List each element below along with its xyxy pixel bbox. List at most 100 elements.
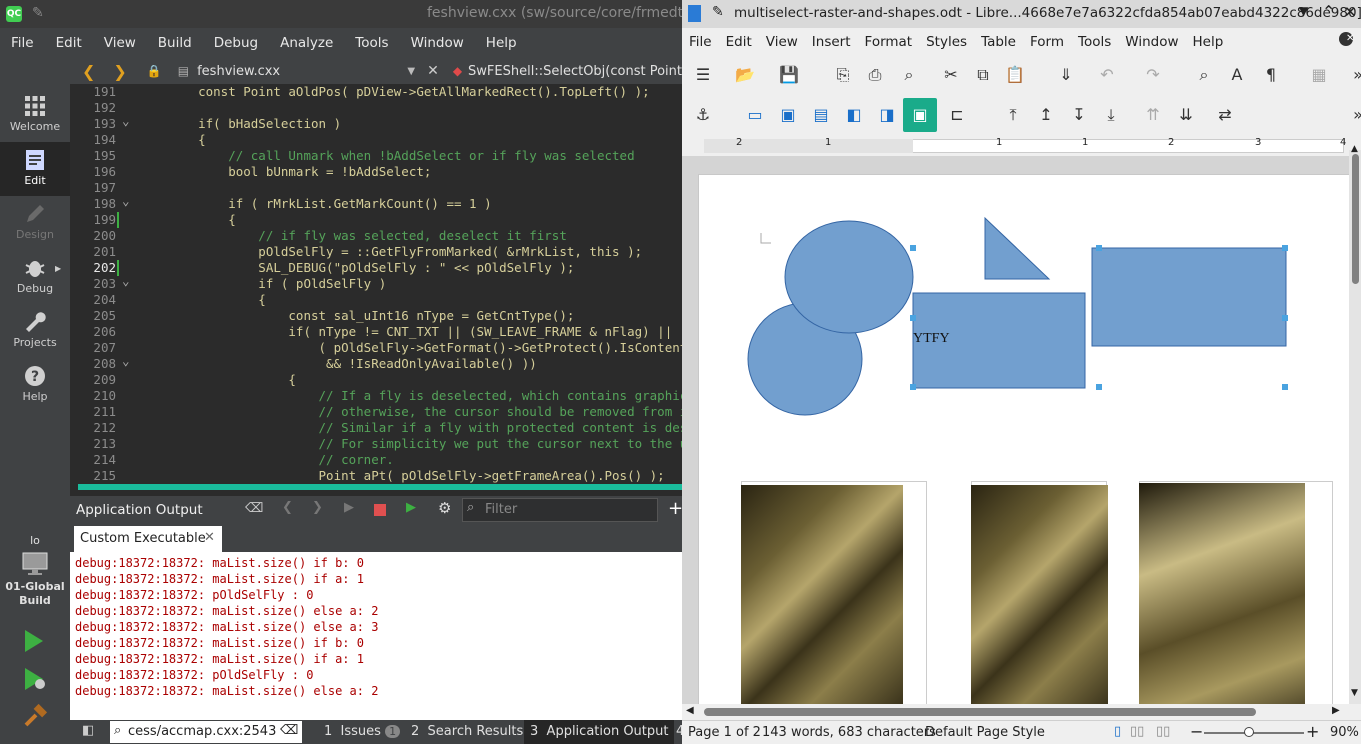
chevron-down-icon[interactable]: ▼ — [1299, 4, 1308, 18]
document-canvas[interactable]: YTFY — [682, 156, 1349, 704]
combo-arrow-icon[interactable]: ▼ — [407, 66, 415, 77]
code-text[interactable]: SAL_DEBUG("pOldSelFly : " << pOldSelFly … — [168, 260, 574, 276]
menu-build[interactable]: Build — [147, 35, 203, 51]
code-text[interactable]: if ( pOldSelFly ) — [168, 276, 386, 292]
forward-one-icon[interactable]: ↥ — [1035, 104, 1057, 126]
formatting-marks-icon[interactable]: ¶ — [1260, 64, 1282, 86]
line-number[interactable]: 207 — [70, 340, 116, 356]
line-number[interactable]: 200 — [70, 228, 116, 244]
close-tab-icon[interactable]: ✕ — [204, 530, 215, 545]
open-icon[interactable]: 📂 — [734, 64, 756, 86]
code-line[interactable]: 207 ( pOldSelFly->GetFormat()->GetProtec… — [70, 340, 682, 356]
code-line[interactable]: 211 // otherwise, the cursor should be r… — [70, 404, 682, 420]
clone-formatting-icon[interactable]: ⇓ — [1055, 64, 1077, 86]
menu-format[interactable]: Format — [858, 34, 920, 50]
mode-debug[interactable]: Debug ▶ — [0, 250, 70, 304]
scroll-up-icon[interactable]: ▲ — [1351, 144, 1358, 154]
code-text[interactable]: // For simplicity we put the cursor next… — [168, 436, 683, 452]
symbol-combo[interactable]: SwFEShell::SelectObj(const Point — [468, 64, 682, 79]
menu-file[interactable]: File — [682, 34, 719, 50]
save-icon[interactable]: 💾 — [778, 64, 800, 86]
line-number[interactable]: 193 — [70, 116, 116, 132]
line-number[interactable]: 213 — [70, 436, 116, 452]
to-background-icon[interactable]: ⇊ — [1175, 104, 1197, 126]
code-text[interactable]: // If a fly is deselected, which contain… — [168, 388, 683, 404]
mode-projects[interactable]: Projects — [0, 304, 70, 358]
pin-icon[interactable]: ✎ — [712, 4, 724, 20]
nav-forward-icon[interactable]: ❯ — [113, 62, 126, 81]
wrap-optimal-icon[interactable]: ▤ — [810, 104, 832, 126]
code-line[interactable]: 201 pOldSelFly = ::GetFlyFromMarked( &rM… — [70, 244, 682, 260]
menu-edit[interactable]: Edit — [719, 34, 759, 50]
toggle-sidebar-icon[interactable]: ◧ — [82, 723, 94, 738]
selection-handle[interactable] — [910, 245, 916, 251]
line-number[interactable]: 205 — [70, 308, 116, 324]
code-line[interactable]: 198 ⌄ if ( rMrkList.GetMarkCount() == 1 ) — [70, 193, 682, 212]
menu-edit[interactable]: Edit — [45, 35, 93, 51]
line-number[interactable]: 210 — [70, 388, 116, 404]
code-text[interactable]: { — [168, 292, 266, 308]
code-line[interactable]: 191 const Point aOldPos( pDView->GetAllM… — [70, 84, 682, 100]
mode-design[interactable]: Design — [0, 196, 70, 250]
zoom-in-icon[interactable]: + — [1306, 722, 1319, 741]
line-number[interactable]: 196 — [70, 164, 116, 180]
single-page-view-icon[interactable]: ▯ — [1114, 724, 1121, 739]
line-number[interactable]: 208 — [70, 356, 116, 372]
code-line[interactable]: 206 if( nType != CNT_TXT || (SW_LEAVE_FR… — [70, 324, 682, 340]
horizontal-ruler[interactable]: 2 1 1 1 2 3 4 — [682, 136, 1361, 156]
nav-back-icon[interactable]: ❮ — [82, 62, 95, 81]
debug-run-icon[interactable] — [22, 666, 48, 692]
print-preview-icon[interactable]: ⌕ — [898, 64, 920, 86]
menu-help[interactable]: Help — [475, 35, 528, 51]
line-number[interactable]: 204 — [70, 292, 116, 308]
code-editor[interactable]: 191 const Point aOldPos( pDView->GetAllM… — [70, 84, 682, 484]
output-tab-custom-executable[interactable]: Custom Executable ✕ — [74, 526, 222, 552]
wrap-off-icon[interactable]: ▭ — [744, 104, 766, 126]
code-line[interactable]: 212 // Similar if a fly with protected c… — [70, 420, 682, 436]
copy-icon[interactable]: ⧉ — [972, 64, 994, 86]
horizontal-scrollbar[interactable]: ◀ ▶ — [682, 704, 1349, 720]
selection-handle[interactable] — [1282, 245, 1288, 251]
code-line[interactable]: 202 SAL_DEBUG("pOldSelFly : " << pOldSel… — [70, 260, 682, 276]
code-line[interactable]: 193 ⌄ if( bHadSelection ) — [70, 113, 682, 132]
code-line[interactable]: 199 { — [70, 212, 682, 228]
book-view-icon[interactable]: ▯▯ — [1156, 724, 1170, 739]
raster-image[interactable] — [971, 485, 1108, 704]
line-number[interactable]: 197 — [70, 180, 116, 196]
code-line[interactable]: 192 — [70, 100, 682, 116]
wrap-right-icon[interactable]: ◨ — [876, 104, 898, 126]
page-count[interactable]: Page 1 of 2 — [688, 725, 761, 740]
filter-input[interactable]: ⌕ Filter — [462, 498, 658, 522]
code-text[interactable]: { — [168, 132, 206, 148]
maximize-icon[interactable]: ⌃ — [1322, 2, 1335, 21]
code-text[interactable]: { — [168, 212, 236, 228]
code-line[interactable]: 200 // if fly was selected, deselect it … — [70, 228, 682, 244]
code-text[interactable]: // Similar if a fly with protected conte… — [168, 420, 683, 436]
mode-help[interactable]: ? Help — [0, 358, 70, 412]
code-line[interactable]: 205 const sal_uInt16 nType = GetCntType(… — [70, 308, 682, 324]
add-icon[interactable]: + — [668, 498, 683, 519]
run-icon[interactable] — [22, 628, 46, 654]
selection-handle[interactable] — [1096, 384, 1102, 390]
line-style-icon[interactable]: ⇄ — [1214, 104, 1236, 126]
line-number[interactable]: 211 — [70, 404, 116, 420]
code-text[interactable]: if( nType != CNT_TXT || (SW_LEAVE_FRAME … — [168, 324, 672, 340]
mode-edit[interactable]: Edit — [0, 142, 70, 196]
menu-window[interactable]: Window — [400, 35, 475, 51]
line-number[interactable]: 194 — [70, 132, 116, 148]
code-text[interactable]: if( bHadSelection ) — [168, 116, 341, 132]
shape-text[interactable]: YTFY — [913, 331, 950, 347]
line-number[interactable]: 202 — [70, 260, 116, 276]
close-document-icon[interactable]: ✕ — [1339, 32, 1354, 46]
menu-debug[interactable]: Debug — [203, 35, 269, 51]
code-line[interactable]: 214 // corner. — [70, 452, 682, 468]
menu-tools[interactable]: Tools — [344, 35, 399, 51]
mode-welcome[interactable]: Welcome — [0, 88, 70, 142]
raster-image[interactable] — [741, 485, 903, 704]
zoom-out-icon[interactable]: − — [1190, 722, 1203, 741]
open-file-combo[interactable]: feshview.cxx — [197, 64, 407, 79]
menu-form[interactable]: Form — [1023, 34, 1071, 50]
code-text[interactable]: // if fly was selected, deselect it firs… — [168, 228, 567, 244]
editor-hscroll[interactable] — [70, 484, 682, 496]
fold-marker-icon[interactable]: ⌄ — [122, 353, 130, 369]
